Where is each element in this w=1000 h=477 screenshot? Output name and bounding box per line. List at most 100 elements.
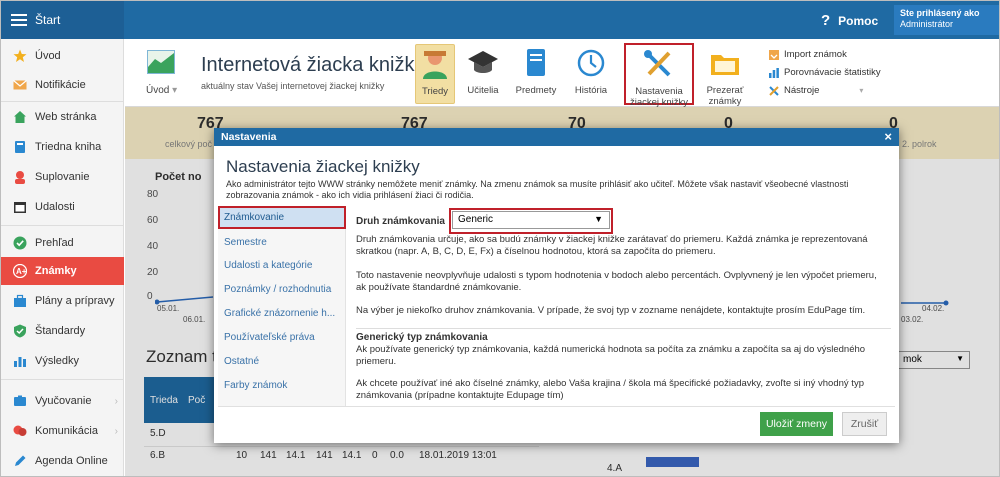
chevron-right-icon: ›	[114, 425, 118, 437]
grade-icon: A+	[13, 264, 27, 278]
close-icon[interactable]: ×	[884, 129, 892, 144]
user-line2: Administrátor	[900, 19, 954, 29]
ribbon-label: Učitelia	[467, 85, 499, 96]
nav-item-znamkovanie[interactable]: Známkovanie	[218, 206, 346, 229]
sidebar-item-znamky[interactable]: A+ Známky	[1, 257, 124, 285]
shield-check-icon	[14, 324, 26, 338]
wrench-icon	[769, 85, 779, 96]
sidebar-divider	[1, 225, 124, 226]
sidebar-item-label: Udalosti	[35, 201, 75, 213]
info-paragraph: Ak chcete používať iné ako číselné známk…	[356, 378, 864, 401]
chevron-down-icon: ▾	[859, 86, 864, 95]
info-paragraph: Toto nastavenie neovplyvňuje udalosti s …	[356, 270, 877, 293]
help-link[interactable]: ? Pomoc	[821, 12, 878, 29]
book-icon	[15, 141, 25, 153]
save-button[interactable]: Uložiť zmeny	[760, 412, 833, 436]
sidebar-item-standardy[interactable]: Štandardy	[1, 317, 124, 345]
sidebar-item-label: Plány a prípravy	[35, 295, 115, 307]
porovnavacie-label: Porovnávacie štatistiky	[784, 67, 881, 78]
stats-icon	[769, 67, 779, 78]
sidebar-item-label: Výsledky	[35, 355, 80, 367]
ribbon-label: Predmety	[515, 85, 557, 96]
druh-select-value: Generic	[458, 214, 494, 225]
folder-icon	[711, 55, 739, 75]
divider	[356, 328, 891, 329]
sidebar: Úvod Notifikácie Web stránka Triedna kni…	[1, 39, 124, 476]
sidebar-item-label: Web stránka	[35, 111, 97, 123]
nav-item-semestre[interactable]: Semestre	[218, 231, 346, 254]
nav-item-udalosti[interactable]: Udalosti a kategórie	[218, 254, 346, 277]
import-icon	[769, 49, 779, 60]
user-info[interactable]: Ste prihlásený ako Administrátor	[894, 5, 999, 35]
start-menu[interactable]: Štart	[1, 1, 124, 39]
user-line1: Ste prihlásený ako	[900, 8, 980, 18]
ribbon-label-line1: Prezerať	[706, 85, 744, 96]
ribbon-triedy-button[interactable]: Triedy	[415, 44, 455, 104]
sidebar-item-label: Triedna kniha	[35, 141, 102, 153]
chevron-down-icon: ▾	[172, 85, 178, 96]
nav-item-graficke[interactable]: Grafické znázornenie h...	[218, 302, 346, 325]
sidebar-item-label: Úvod	[35, 50, 61, 62]
notebook-icon	[527, 49, 545, 76]
porovnavacie-link[interactable]: Porovnávacie štatistiky	[769, 67, 881, 78]
person-icon	[15, 171, 25, 184]
clock-icon	[577, 49, 605, 77]
sidebar-item-agenda[interactable]: Agenda Online	[1, 447, 124, 475]
hat-icon	[14, 395, 26, 406]
generic-title: Generický typ známkovania	[356, 332, 488, 343]
uvod-label: Úvod	[146, 85, 170, 96]
sidebar-item-label: Štandardy	[35, 325, 86, 337]
sidebar-item-label: Agenda Online	[35, 455, 108, 467]
ribbon-toolbar: Úvod ▾ Internetová žiacka knižka aktuáln…	[125, 39, 999, 108]
sidebar-item-vyucovanie[interactable]: Vyučovanie ›	[1, 387, 124, 415]
tools-icon	[644, 50, 671, 77]
chart-area-icon[interactable]	[147, 50, 175, 74]
sidebar-item-komunikacia[interactable]: Komunikácia ›	[1, 417, 124, 445]
dialog-header-title: Nastavenia	[221, 131, 277, 143]
chevron-down-icon: ▼	[594, 214, 603, 224]
ribbon-label-line1: Nastavenia	[635, 86, 683, 97]
sidebar-item-label: Prehľad	[35, 237, 74, 249]
dialog-description: Ako administrátor tejto WWW stránky nemô…	[226, 179, 849, 200]
start-label: Štart	[35, 13, 61, 27]
sidebar-item-plany[interactable]: Plány a prípravy	[1, 287, 124, 315]
info-paragraph: Ak používate generický typ známkovania, …	[356, 344, 866, 367]
uvod-dropdown[interactable]: Úvod ▾	[146, 85, 177, 96]
bar-chart-icon	[14, 357, 26, 367]
sidebar-item-label: Vyučovanie	[35, 395, 92, 407]
nav-item-ostatne[interactable]: Ostatné	[218, 350, 346, 373]
ribbon-predmety-button[interactable]: Predmety	[513, 44, 559, 104]
sidebar-item-triedna-kniha[interactable]: Triedna kniha	[1, 133, 124, 161]
top-bar: Štart ? Pomoc Ste prihlásený ako Adminis…	[1, 1, 999, 39]
druh-select[interactable]: Generic ▼	[452, 211, 610, 229]
nastroje-label: Nástroje	[784, 85, 820, 96]
sidebar-item-notifikacie[interactable]: Notifikácie	[1, 71, 124, 99]
ribbon-historia-button[interactable]: História	[569, 44, 613, 104]
hamburger-icon[interactable]	[11, 14, 27, 26]
home-icon	[14, 111, 26, 123]
sidebar-item-label: Známky	[35, 265, 77, 277]
sidebar-item-uvod[interactable]: Úvod	[1, 42, 124, 70]
ribbon-nastavenia-button[interactable]: Nastavenia žiackej knižky	[624, 43, 694, 108]
sidebar-item-vysledky[interactable]: Výsledky	[1, 347, 124, 375]
ribbon-ucitelia-button[interactable]: Učitelia	[461, 44, 505, 104]
nastroje-link[interactable]: Nástroje ▾	[769, 85, 863, 96]
sidebar-item-web-stranka[interactable]: Web stránka	[1, 103, 124, 131]
import-znamok-link[interactable]: Import známok	[769, 49, 847, 60]
nav-item-pouzivatelske[interactable]: Používateľské práva	[218, 326, 346, 349]
sidebar-item-suplovanie[interactable]: Suplovanie	[1, 163, 124, 191]
ribbon-prezerat-button[interactable]: Prezerať známky	[701, 44, 749, 107]
cancel-button[interactable]: Zrušiť	[842, 412, 887, 436]
nav-item-farby[interactable]: Farby známok	[218, 374, 346, 397]
ribbon-label: História	[574, 85, 608, 96]
sidebar-item-udalosti[interactable]: Udalosti	[1, 193, 124, 221]
nav-item-poznamky[interactable]: Poznámky / rozhodnutia	[218, 278, 346, 301]
app-window: Štart ? Pomoc Ste prihlásený ako Adminis…	[0, 0, 1000, 477]
sidebar-item-label: Notifikácie	[35, 79, 86, 91]
svg-text:A+: A+	[16, 267, 27, 276]
sidebar-divider	[1, 379, 124, 380]
chevron-right-icon: ›	[114, 395, 118, 407]
settings-nav: Známkovanie Semestre Udalosti a kategóri…	[218, 206, 346, 406]
calendar-icon	[14, 202, 26, 213]
sidebar-item-prehlad[interactable]: Prehľad	[1, 229, 124, 257]
